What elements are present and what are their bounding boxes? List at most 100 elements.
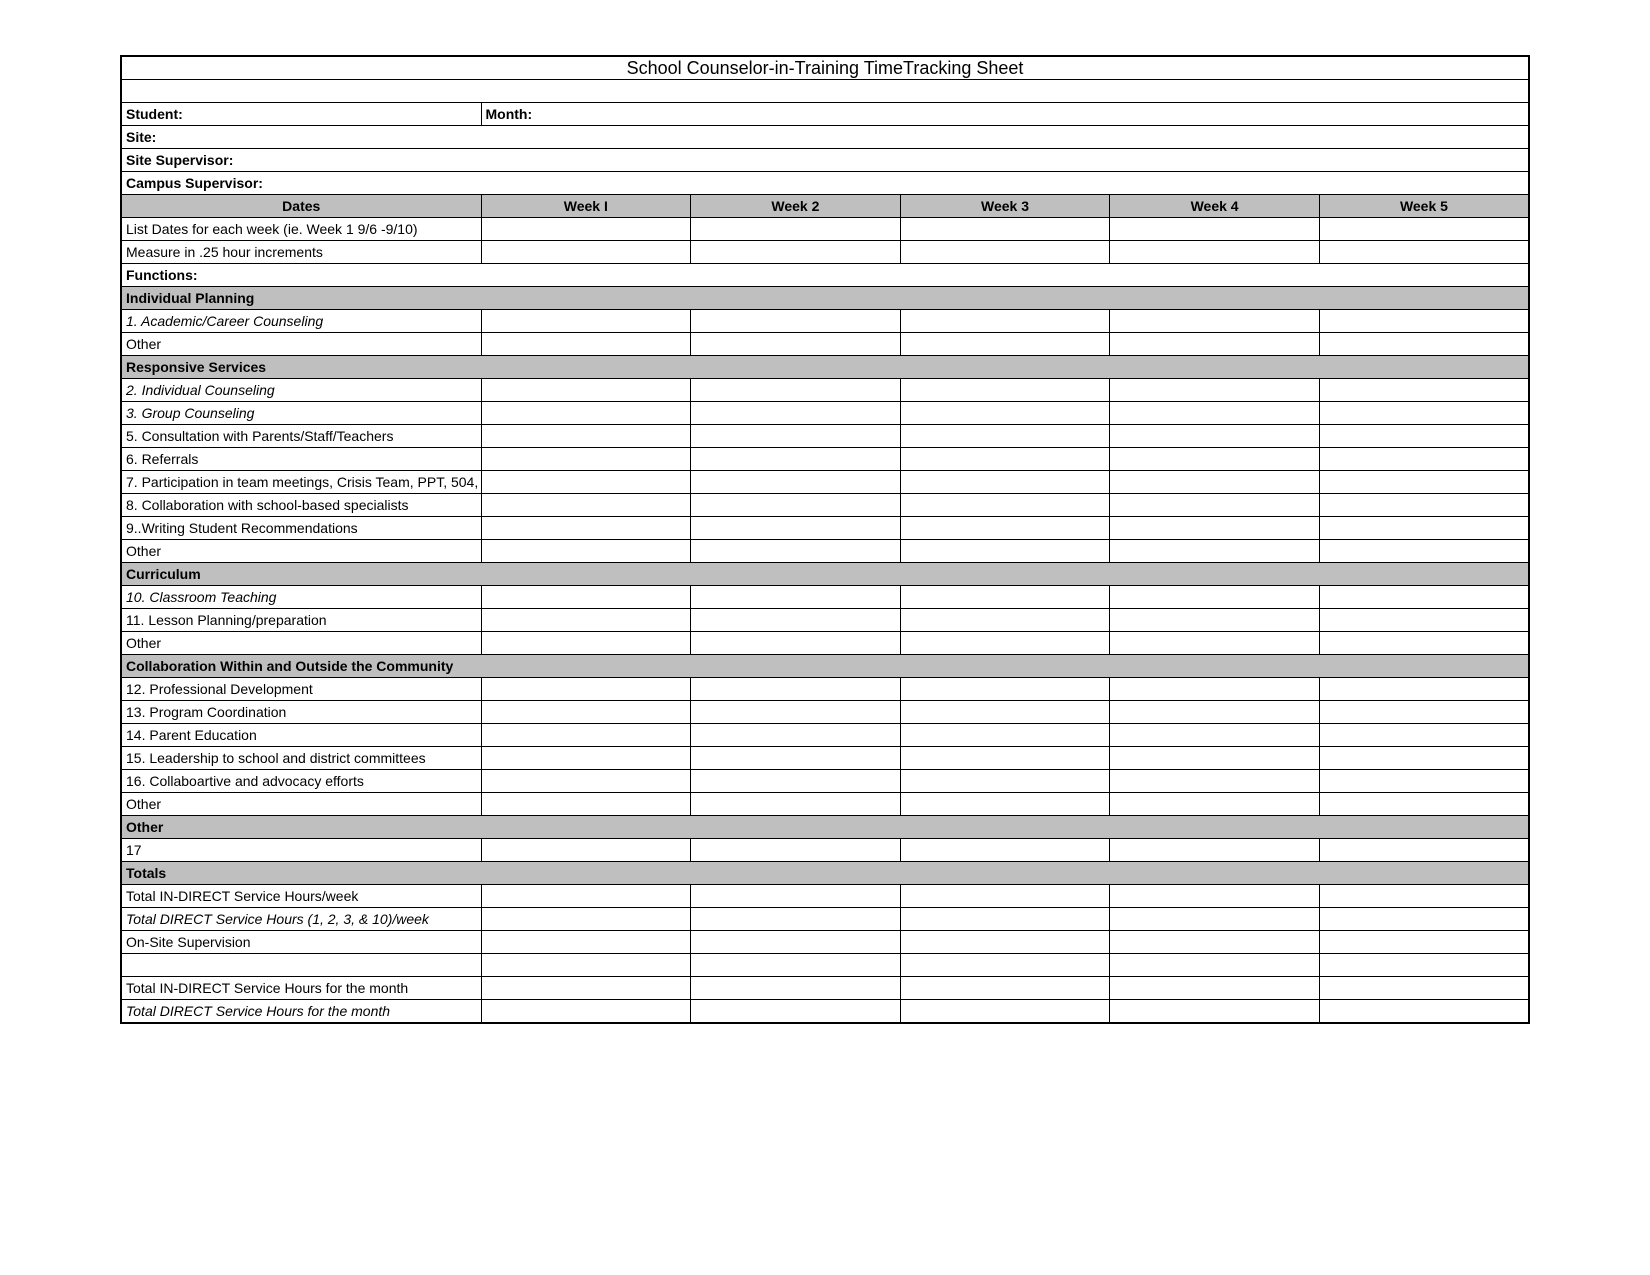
cell[interactable] (1319, 632, 1529, 655)
cell[interactable] (900, 241, 1110, 264)
cell[interactable] (1319, 241, 1529, 264)
cell[interactable] (481, 333, 691, 356)
cell[interactable] (481, 218, 691, 241)
cell[interactable] (900, 770, 1110, 793)
cell[interactable] (900, 218, 1110, 241)
cell[interactable] (691, 517, 901, 540)
cell[interactable] (900, 310, 1110, 333)
cell[interactable] (481, 632, 691, 655)
cell[interactable] (1110, 770, 1320, 793)
cell[interactable] (1110, 241, 1320, 264)
cell[interactable] (481, 448, 691, 471)
cell[interactable] (691, 241, 901, 264)
cell[interactable] (1110, 310, 1320, 333)
cell[interactable] (481, 701, 691, 724)
cell[interactable] (1319, 586, 1529, 609)
cell[interactable] (691, 494, 901, 517)
cell[interactable] (1110, 1000, 1320, 1024)
cell[interactable] (1319, 517, 1529, 540)
label-site[interactable]: Site: (121, 126, 1529, 149)
cell[interactable] (1110, 471, 1320, 494)
cell[interactable] (1110, 333, 1320, 356)
cell[interactable] (691, 931, 901, 954)
cell[interactable] (691, 425, 901, 448)
cell[interactable] (691, 448, 901, 471)
cell[interactable] (481, 494, 691, 517)
cell[interactable] (900, 494, 1110, 517)
cell[interactable] (1110, 517, 1320, 540)
cell[interactable] (900, 1000, 1110, 1024)
cell[interactable] (1319, 218, 1529, 241)
cell[interactable] (1319, 609, 1529, 632)
cell[interactable] (481, 241, 691, 264)
label-site-supervisor[interactable]: Site Supervisor: (121, 149, 1529, 172)
cell[interactable] (481, 540, 691, 563)
cell[interactable] (1110, 494, 1320, 517)
cell[interactable] (691, 839, 901, 862)
cell[interactable] (1319, 908, 1529, 931)
cell[interactable] (691, 885, 901, 908)
cell[interactable] (1110, 218, 1320, 241)
cell[interactable] (900, 839, 1110, 862)
cell[interactable] (481, 586, 691, 609)
cell[interactable] (481, 724, 691, 747)
cell[interactable] (691, 954, 901, 977)
cell[interactable] (1110, 586, 1320, 609)
cell[interactable] (1319, 747, 1529, 770)
cell[interactable] (481, 379, 691, 402)
cell[interactable] (1319, 471, 1529, 494)
cell[interactable] (900, 632, 1110, 655)
cell[interactable] (900, 425, 1110, 448)
cell[interactable] (1110, 540, 1320, 563)
cell[interactable] (1319, 310, 1529, 333)
cell[interactable] (481, 747, 691, 770)
cell[interactable] (900, 977, 1110, 1000)
cell[interactable] (691, 609, 901, 632)
cell[interactable] (1110, 793, 1320, 816)
cell[interactable] (1110, 448, 1320, 471)
cell[interactable] (1110, 425, 1320, 448)
cell[interactable] (691, 218, 901, 241)
cell[interactable] (481, 310, 691, 333)
cell[interactable] (691, 977, 901, 1000)
cell[interactable] (481, 908, 691, 931)
cell[interactable] (1319, 448, 1529, 471)
cell[interactable] (900, 793, 1110, 816)
cell[interactable] (1319, 701, 1529, 724)
cell[interactable] (691, 586, 901, 609)
cell[interactable] (1319, 931, 1529, 954)
cell[interactable] (691, 701, 901, 724)
cell[interactable] (481, 402, 691, 425)
cell[interactable] (900, 724, 1110, 747)
cell[interactable] (1110, 609, 1320, 632)
cell[interactable] (481, 931, 691, 954)
cell[interactable] (1110, 379, 1320, 402)
cell[interactable] (1319, 333, 1529, 356)
cell[interactable] (691, 540, 901, 563)
cell[interactable] (1110, 632, 1320, 655)
cell[interactable] (1110, 954, 1320, 977)
cell[interactable] (900, 931, 1110, 954)
cell[interactable] (1319, 724, 1529, 747)
cell[interactable] (481, 885, 691, 908)
cell[interactable] (1319, 494, 1529, 517)
cell[interactable] (691, 770, 901, 793)
cell[interactable] (1319, 425, 1529, 448)
cell[interactable] (1110, 839, 1320, 862)
cell[interactable] (691, 793, 901, 816)
cell[interactable] (691, 747, 901, 770)
cell[interactable] (481, 471, 691, 494)
cell[interactable] (691, 678, 901, 701)
label-month[interactable]: Month: (481, 103, 1529, 126)
cell[interactable] (900, 517, 1110, 540)
cell[interactable] (900, 402, 1110, 425)
cell[interactable] (481, 954, 691, 977)
cell[interactable] (900, 747, 1110, 770)
cell[interactable] (1110, 678, 1320, 701)
cell[interactable] (900, 448, 1110, 471)
label-campus-supervisor[interactable]: Campus Supervisor: (121, 172, 1529, 195)
cell[interactable] (900, 885, 1110, 908)
cell[interactable] (481, 770, 691, 793)
cell[interactable] (1319, 885, 1529, 908)
cell[interactable] (1110, 931, 1320, 954)
